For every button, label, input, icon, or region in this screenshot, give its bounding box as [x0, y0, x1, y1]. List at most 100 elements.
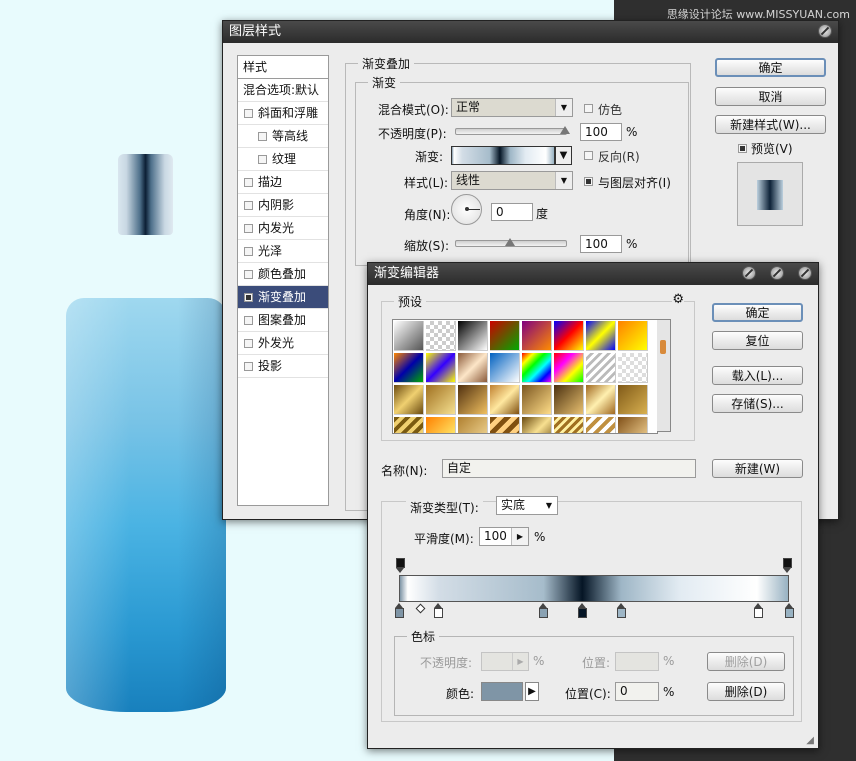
preset-swatch[interactable] — [554, 353, 584, 383]
style-item-checkbox[interactable] — [244, 178, 253, 187]
preset-swatch[interactable] — [426, 417, 456, 433]
save-button[interactable]: 存储(S)... — [712, 394, 803, 413]
preset-swatch[interactable] — [458, 417, 488, 433]
preset-swatch[interactable] — [554, 417, 584, 433]
name-input[interactable]: 自定 — [442, 459, 696, 478]
style-item[interactable]: 渐变叠加 — [238, 286, 328, 309]
color-stop[interactable] — [395, 603, 404, 618]
preset-swatch[interactable] — [394, 385, 424, 415]
preset-swatch[interactable] — [490, 417, 520, 433]
color-stop[interactable] — [539, 603, 549, 618]
color-stop[interactable] — [785, 603, 794, 618]
style-item-checkbox[interactable] — [244, 109, 253, 118]
close-icon[interactable] — [798, 266, 812, 280]
preset-swatch[interactable] — [554, 385, 584, 415]
gradient-type-select[interactable]: 实底 ▼ — [496, 496, 558, 515]
preset-swatch[interactable] — [522, 385, 552, 415]
gradient-dropdown-button[interactable]: ▼ — [555, 146, 572, 165]
load-button[interactable]: 载入(L)... — [712, 366, 803, 385]
preset-swatch[interactable] — [394, 417, 424, 433]
midpoint-diamond-icon[interactable] — [415, 603, 426, 614]
style-item[interactable]: 斜面和浮雕 — [238, 102, 328, 125]
gear-icon[interactable]: ⚙ — [672, 293, 684, 307]
new-style-button[interactable]: 新建样式(W)... — [715, 115, 826, 134]
opacity-slider-thumb[interactable] — [560, 126, 570, 134]
preset-swatch[interactable] — [618, 321, 648, 351]
style-item[interactable]: 描边 — [238, 171, 328, 194]
preset-swatch[interactable] — [458, 353, 488, 383]
style-item-checkbox[interactable] — [244, 339, 253, 348]
style-item[interactable]: 光泽 — [238, 240, 328, 263]
preset-swatch[interactable] — [586, 353, 616, 383]
preset-swatch[interactable] — [394, 353, 424, 383]
ok-button[interactable]: 确定 — [715, 58, 826, 77]
style-item-checkbox[interactable] — [244, 362, 253, 371]
style-item-checkbox[interactable] — [244, 201, 253, 210]
close-icon[interactable] — [818, 24, 832, 38]
opacity-input[interactable]: 100 — [580, 123, 622, 141]
preset-swatch[interactable] — [618, 385, 648, 415]
editor-ok-button[interactable]: 确定 — [712, 303, 803, 322]
reset-button[interactable]: 复位 — [712, 331, 803, 350]
gradient-preview-swatch[interactable] — [451, 146, 555, 165]
stop-color-swatch[interactable] — [481, 682, 523, 701]
style-item-checkbox[interactable] — [258, 132, 267, 141]
color-stop[interactable] — [434, 603, 443, 618]
preset-swatch[interactable] — [554, 321, 584, 351]
opacity-slider[interactable] — [455, 128, 567, 135]
color-stop[interactable] — [617, 603, 627, 618]
preset-swatch[interactable] — [522, 417, 552, 433]
align-with-layer-checkbox[interactable] — [584, 177, 593, 186]
angle-dial[interactable] — [451, 194, 482, 225]
preset-swatch[interactable] — [586, 417, 616, 433]
resize-grip-icon[interactable]: ◢ — [806, 735, 814, 746]
color-stop[interactable] — [753, 603, 763, 618]
presets-scrollbar[interactable] — [657, 319, 671, 432]
style-item-checkbox[interactable] — [244, 247, 253, 256]
style-item[interactable]: 等高线 — [238, 125, 328, 148]
preset-swatch[interactable] — [490, 353, 520, 383]
style-item[interactable]: 颜色叠加 — [238, 263, 328, 286]
preset-swatch[interactable] — [522, 321, 552, 351]
style-item-checkbox[interactable] — [244, 270, 253, 279]
reverse-checkbox[interactable] — [584, 151, 593, 160]
preset-swatch[interactable] — [618, 417, 648, 433]
preset-swatch[interactable] — [394, 321, 424, 351]
scale-input[interactable]: 100 — [580, 235, 622, 253]
maximize-icon[interactable] — [770, 266, 784, 280]
blend-mode-select[interactable]: 正常 ▼ — [451, 98, 573, 117]
angle-input[interactable]: 0 — [491, 203, 533, 221]
scrollbar-thumb[interactable] — [660, 340, 666, 354]
style-item-checkbox[interactable] — [258, 155, 267, 164]
minimize-icon[interactable] — [742, 266, 756, 280]
style-item[interactable]: 投影 — [238, 355, 328, 378]
gradient-bar[interactable] — [399, 575, 789, 602]
preset-swatch[interactable] — [586, 321, 616, 351]
color-location-input[interactable]: 0 — [615, 682, 659, 701]
style-item[interactable]: 内阴影 — [238, 194, 328, 217]
preset-swatch[interactable] — [490, 385, 520, 415]
blending-options-item[interactable]: 混合选项:默认 — [238, 79, 328, 102]
scale-slider-thumb[interactable] — [505, 238, 515, 246]
preset-swatch[interactable] — [426, 321, 456, 351]
style-item[interactable]: 纹理 — [238, 148, 328, 171]
dither-checkbox[interactable] — [584, 104, 593, 113]
preset-swatch[interactable] — [618, 353, 648, 383]
preset-swatch[interactable] — [586, 385, 616, 415]
preset-swatch[interactable] — [522, 353, 552, 383]
opacity-stop-right[interactable] — [783, 558, 792, 573]
style-item[interactable]: 图案叠加 — [238, 309, 328, 332]
style-item[interactable]: 外发光 — [238, 332, 328, 355]
preset-swatch[interactable] — [426, 385, 456, 415]
delete-color-stop-button[interactable]: 删除(D) — [707, 682, 785, 701]
new-gradient-button[interactable]: 新建(W) — [712, 459, 803, 478]
style-item-checkbox[interactable] — [244, 224, 253, 233]
chevron-right-icon[interactable]: ▶ — [511, 528, 528, 545]
preview-checkbox[interactable] — [738, 144, 747, 153]
preset-swatch[interactable] — [458, 321, 488, 351]
style-item-checkbox[interactable] — [244, 293, 253, 302]
preset-swatch[interactable] — [490, 321, 520, 351]
cancel-button[interactable]: 取消 — [715, 87, 826, 106]
style-item-checkbox[interactable] — [244, 316, 253, 325]
preset-swatch[interactable] — [458, 385, 488, 415]
